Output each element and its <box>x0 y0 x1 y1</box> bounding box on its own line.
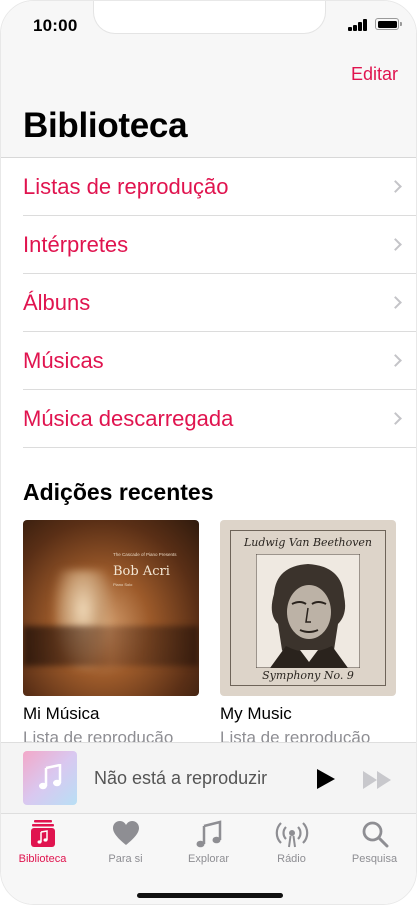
library-item-label: Álbuns <box>23 289 91 315</box>
recent-additions-title: Adições recentes <box>23 479 214 505</box>
album-kind: Lista de reprodução <box>220 728 371 742</box>
library-item-playlists[interactable]: Listas de reprodução <box>23 158 416 216</box>
library-item-label: Listas de reprodução <box>23 173 229 199</box>
library-item-artists[interactable]: Intérpretes <box>23 216 416 274</box>
chevron-right-icon <box>389 238 402 251</box>
cover-title-text: Bob Acri <box>113 564 170 579</box>
now-playing-artwork[interactable] <box>23 751 77 805</box>
tab-label: Explorar <box>188 853 229 865</box>
music-note-icon <box>196 820 221 848</box>
album-name: Mi Música <box>23 704 100 723</box>
library-icon <box>30 820 55 847</box>
library-item-downloaded[interactable]: Música descarregada <box>23 390 416 448</box>
cover-small-text: The Cascade of Piano Presents <box>113 552 177 557</box>
tab-label: Pesquisa <box>351 853 398 865</box>
status-time: 10:00 <box>33 16 78 35</box>
library-item-albums[interactable]: Álbuns <box>23 274 416 332</box>
tab-radio[interactable]: Rádio <box>250 820 333 865</box>
tab-library[interactable]: Biblioteca <box>1 820 84 865</box>
tab-bar: Biblioteca Para si Explorar Rádio Pesqui… <box>1 814 416 904</box>
battery-icon <box>375 18 402 30</box>
play-button[interactable] <box>313 767 337 791</box>
tab-browse[interactable]: Explorar <box>167 820 250 865</box>
cover-bottom-text: Symphony No. 9 <box>262 669 354 682</box>
tab-label: Biblioteca <box>18 853 67 865</box>
album-card[interactable]: Ludwig Van Beethoven Symphony No. 9 My M… <box>220 520 396 742</box>
album-kind: Lista de reprodução <box>23 728 174 742</box>
library-item-songs[interactable]: Músicas <box>23 332 416 390</box>
page-title: Biblioteca <box>23 106 188 145</box>
album-cover: Ludwig Van Beethoven Symphony No. 9 <box>220 520 396 696</box>
chevron-right-icon <box>389 180 402 193</box>
tab-label: Para si <box>108 853 143 865</box>
tab-search[interactable]: Pesquisa <box>333 820 416 865</box>
cover-sub-text: Piano Solo <box>113 582 133 587</box>
chevron-right-icon <box>389 296 402 309</box>
now-playing-title[interactable]: Não está a reproduzir <box>94 768 267 789</box>
album-cover: The Cascade of Piano Presents Bob Acri P… <box>23 520 199 696</box>
beethoven-portrait-icon <box>256 554 360 668</box>
chevron-right-icon <box>389 412 402 425</box>
cover-top-text: Ludwig Van Beethoven <box>243 536 372 549</box>
header: Editar Biblioteca <box>1 51 416 158</box>
edit-button[interactable]: Editar <box>351 64 398 85</box>
tab-label: Rádio <box>277 853 306 865</box>
library-item-label: Músicas <box>23 347 104 373</box>
heart-icon <box>112 821 139 845</box>
search-icon <box>362 821 388 848</box>
status-bar: 10:00 <box>1 1 416 51</box>
phone-screen: 10:00 Editar Biblioteca Listas de reprod… <box>0 0 417 905</box>
notch <box>93 1 326 34</box>
album-card[interactable]: The Cascade of Piano Presents Bob Acri P… <box>23 520 199 742</box>
library-item-label: Intérpretes <box>23 231 129 257</box>
library-list: Listas de reprodução Intérpretes Álbuns … <box>23 158 416 448</box>
mini-player[interactable]: Não está a reproduzir <box>1 742 416 814</box>
music-note-icon <box>39 764 62 790</box>
home-indicator[interactable] <box>137 893 283 898</box>
chevron-right-icon <box>389 354 402 367</box>
album-name: My Music <box>220 704 292 723</box>
skip-forward-button[interactable] <box>361 769 395 791</box>
tab-for-you[interactable]: Para si <box>84 820 167 865</box>
signal-icon <box>348 19 368 31</box>
radio-icon <box>275 822 308 848</box>
library-item-label: Música descarregada <box>23 405 234 431</box>
recent-albums: The Cascade of Piano Presents Bob Acri P… <box>23 520 416 742</box>
